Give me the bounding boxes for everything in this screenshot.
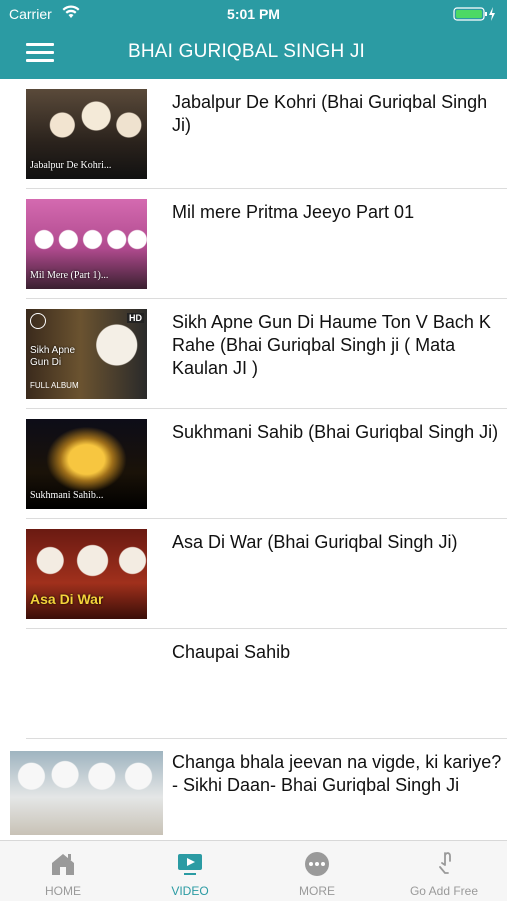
video-list-item[interactable]: Asa Di War Asa Di War (Bhai Guriqbal Sin… — [0, 519, 507, 629]
hand-icon — [430, 851, 458, 877]
video-icon — [176, 851, 204, 877]
thumbnail-caption: Sikh Apne Gun Di — [30, 345, 76, 368]
video-list-item[interactable]: Sukhmani Sahib... Sukhmani Sahib (Bhai G… — [0, 409, 507, 519]
video-thumbnail: Asa Di War — [26, 529, 147, 619]
tab-label: HOME — [45, 884, 81, 898]
status-bar: Carrier 5:01 PM — [0, 0, 507, 28]
video-list-item[interactable]: Changa bhala jeevan na vigde, ki kariye?… — [0, 739, 507, 839]
video-title: Sikh Apne Gun Di Haume Ton V Bach K Rahe… — [172, 312, 491, 378]
navigation-bar: BHAI GURIQBAL SINGH JI — [0, 28, 507, 79]
video-title: Sukhmani Sahib (Bhai Guriqbal Singh Ji) — [172, 422, 499, 442]
thumbnail-subcaption: FULL ALBUM — [30, 381, 79, 390]
thumbnail-caption: Jabalpur De Kohri... — [30, 160, 112, 171]
video-title: Jabalpur De Kohri (Bhai Guriqbal Singh J… — [172, 92, 488, 135]
thumbnail-caption: Asa Di War — [30, 591, 104, 607]
status-time: 5:01 PM — [227, 6, 280, 22]
video-thumbnail: Jabalpur De Kohri... — [26, 89, 147, 179]
video-title: Mil mere Pritma Jeeyo Part 01 — [172, 202, 415, 222]
video-title: Changa bhala jeevan na vigde, ki kariye?… — [172, 752, 502, 795]
hd-badge: HD — [127, 313, 144, 323]
video-list-item[interactable]: Mil Mere (Part 1)... Mil mere Pritma Jee… — [0, 189, 507, 299]
tab-home[interactable]: HOME — [0, 841, 126, 901]
video-list-item[interactable]: Jabalpur De Kohri... Jabalpur De Kohri (… — [0, 79, 507, 189]
app-header: Carrier 5:01 PM BHAI GURIQBAL SINGH JI — [0, 0, 507, 79]
play-icon — [30, 313, 46, 329]
video-list-item[interactable]: Chaupai Sahib — [0, 629, 507, 739]
tab-label: MORE — [299, 884, 335, 898]
video-title: Chaupai Sahib — [172, 642, 291, 662]
video-list-item[interactable]: HD Sikh Apne Gun Di FULL ALBUM Sikh Apne… — [0, 299, 507, 409]
home-icon — [49, 851, 77, 877]
video-thumbnail: HD Sikh Apne Gun Di FULL ALBUM — [26, 309, 147, 399]
tab-label: Go Add Free — [409, 884, 479, 898]
battery-icon — [453, 6, 497, 22]
video-thumbnail: Mil Mere (Part 1)... — [26, 199, 147, 289]
tab-more[interactable]: MORE — [254, 841, 380, 901]
tab-bar: HOME VIDEO MORE Go Add Free — [0, 840, 507, 901]
tab-go-add-free[interactable]: Go Add Free — [381, 841, 507, 901]
video-title: Asa Di War (Bhai Guriqbal Singh Ji) — [172, 532, 458, 552]
thumbnail-caption: Sukhmani Sahib... — [30, 490, 104, 501]
page-title: BHAI GURIQBAL SINGH JI — [128, 41, 366, 62]
tab-label: VIDEO — [171, 884, 209, 898]
tab-video[interactable]: VIDEO — [127, 841, 253, 901]
video-thumbnail: Sukhmani Sahib... — [26, 419, 147, 509]
more-icon — [303, 851, 331, 877]
thumbnail-caption: Mil Mere (Part 1)... — [30, 270, 109, 281]
menu-icon[interactable] — [26, 41, 56, 65]
video-thumbnail — [10, 751, 163, 835]
